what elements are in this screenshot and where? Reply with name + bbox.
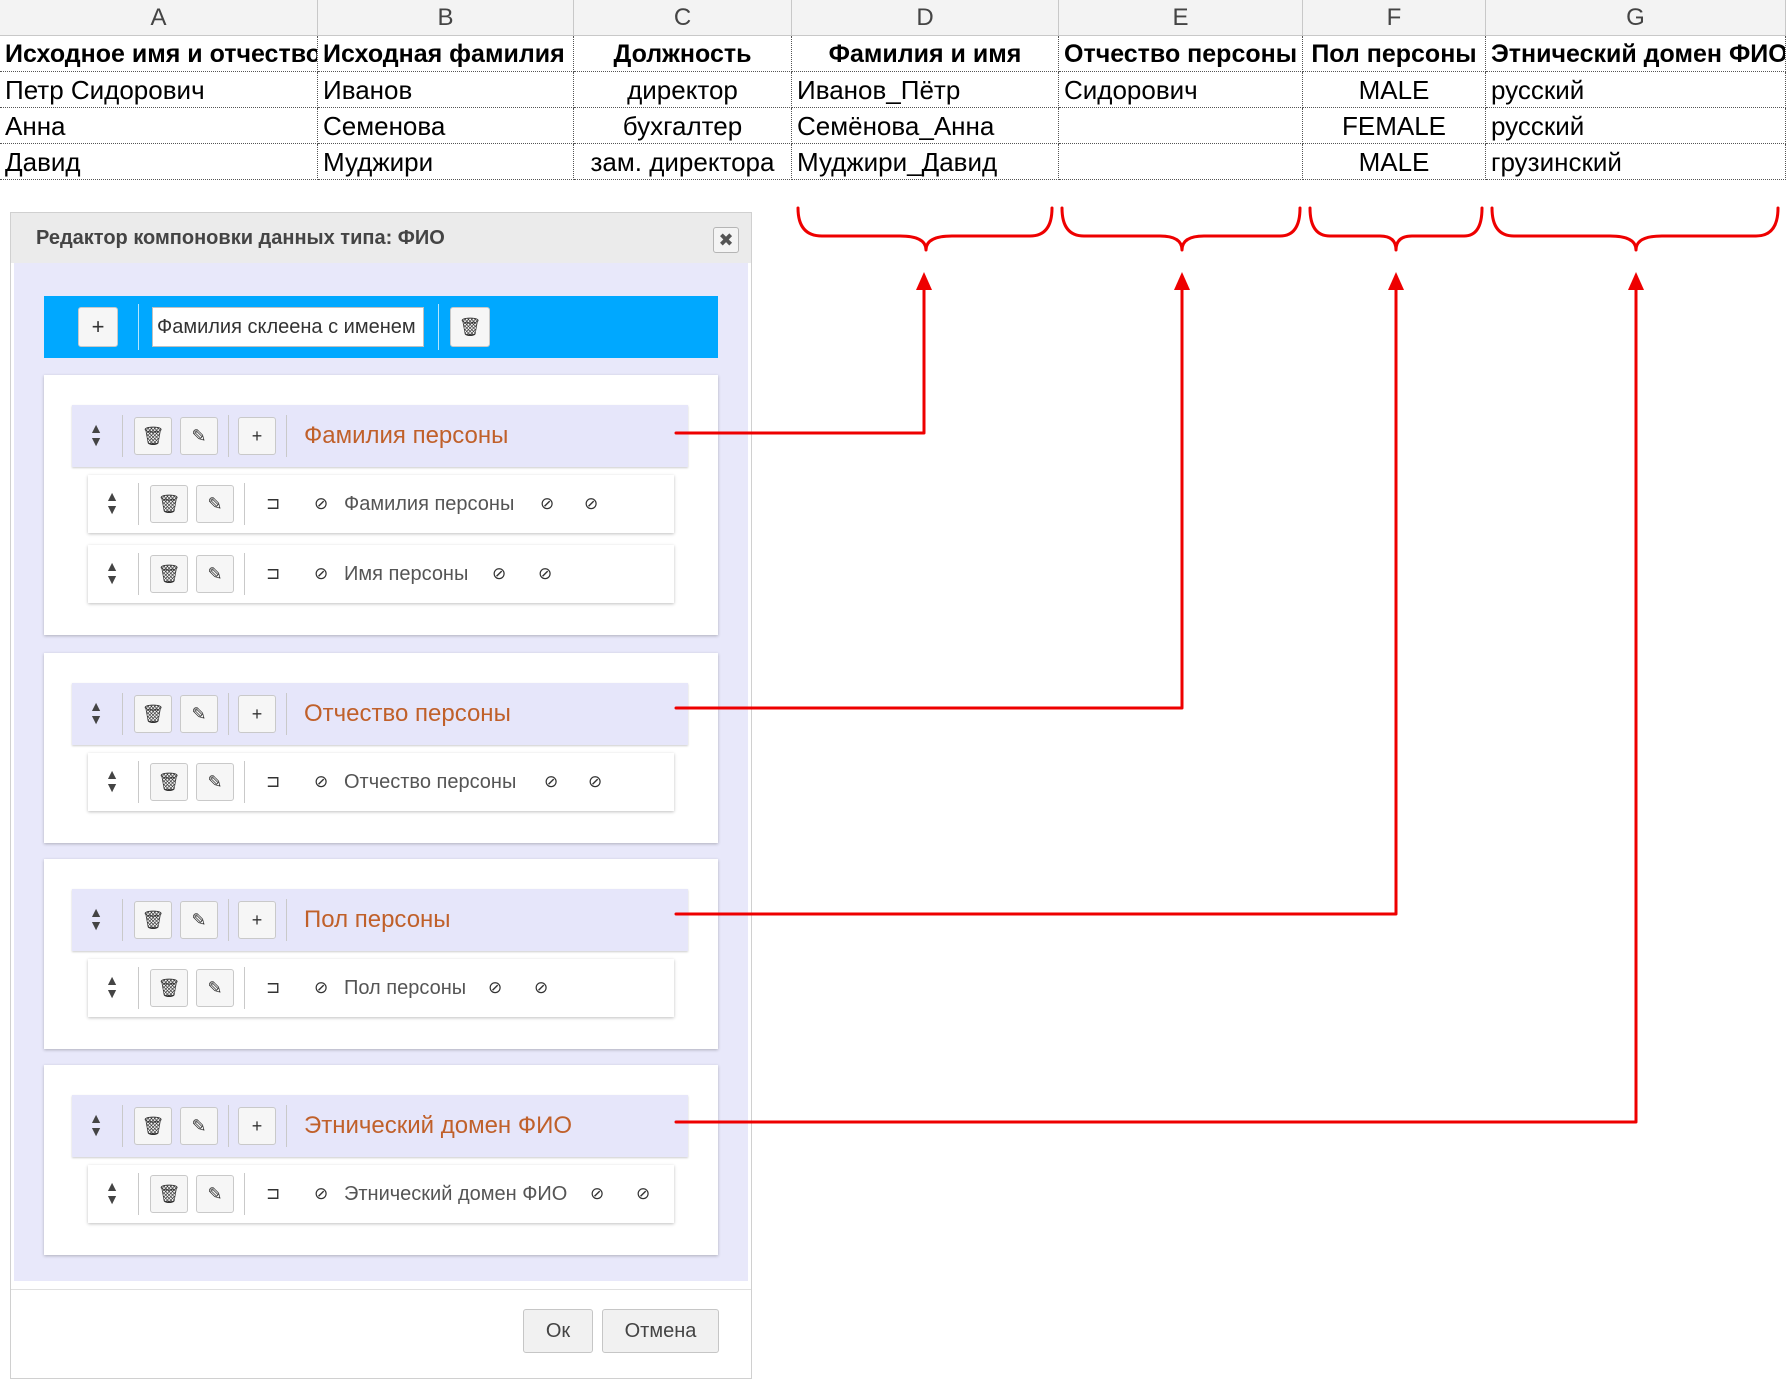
- connector-patronymic: [674, 280, 1184, 710]
- brace-column-e: [1060, 206, 1302, 252]
- brace-column-d: [796, 206, 1054, 252]
- brace-column-g: [1490, 206, 1780, 252]
- arrowhead: [916, 272, 932, 290]
- connector-surname: [674, 280, 926, 435]
- arrowhead: [1388, 272, 1404, 290]
- arrowhead: [1174, 272, 1190, 290]
- brace-column-f: [1308, 206, 1484, 252]
- connector-ethnic-domain: [674, 280, 1638, 1124]
- connector-gender: [674, 280, 1398, 916]
- mapping-connectors: [674, 206, 1780, 1124]
- arrowhead: [1628, 272, 1644, 290]
